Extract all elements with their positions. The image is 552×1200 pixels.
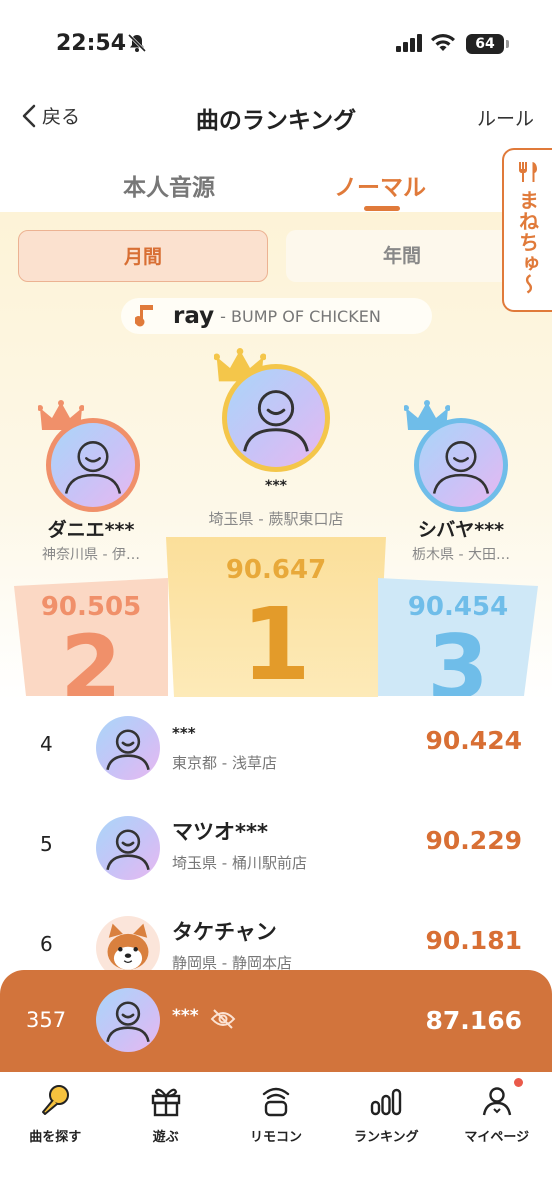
my-ranking-bar[interactable]: 357 *** 87.166 xyxy=(0,970,552,1072)
podium-third-rank: 3 xyxy=(427,616,489,697)
bell-muted-icon xyxy=(127,33,147,57)
row-name: マツオ*** xyxy=(172,820,268,844)
row-rank: 4 xyxy=(40,732,53,756)
song-title: ray xyxy=(173,303,215,329)
tab-underline xyxy=(364,206,400,211)
row-name: タケチャン xyxy=(172,920,277,944)
podium-second-location: 神奈川県 - 伊… xyxy=(42,547,140,563)
song-info: ray - BUMP OF CHICKEN xyxy=(121,298,432,334)
header: 戻る 曲のランキング ルール xyxy=(0,92,552,142)
tab-normal[interactable]: ノーマル xyxy=(334,168,426,202)
podium-first-score: 90.647 xyxy=(225,555,327,585)
status-time: 22:54 xyxy=(56,31,127,56)
avatar xyxy=(96,816,160,880)
bottom-nav: 曲を探す 遊ぶ リモコン ランキング マイページ xyxy=(0,1072,552,1200)
avatar xyxy=(96,716,160,780)
nav-label: マイページ xyxy=(464,1130,530,1145)
row-rank: 5 xyxy=(40,832,53,856)
podium-second-rank: 2 xyxy=(60,616,122,697)
source-tabs: 本人音源 ノーマル xyxy=(0,160,552,216)
gift-icon xyxy=(151,1088,180,1117)
user-icon xyxy=(482,1087,511,1116)
podium-first-location: 埼玉県 - 蕨駅東口店 xyxy=(208,510,344,528)
podium-second-name: ダニエ*** xyxy=(47,519,135,541)
nav-play[interactable]: 遊ぶ xyxy=(110,1072,220,1200)
my-rank: 357 xyxy=(26,1008,67,1032)
status-bar: 22:54 64 xyxy=(0,0,552,90)
row-score: 90.424 xyxy=(425,726,522,755)
music-note-icon xyxy=(135,305,153,327)
avatar-first[interactable] xyxy=(222,364,330,472)
period-yearly-button[interactable]: 年間 xyxy=(286,230,518,282)
tab-honnin-ongen[interactable]: 本人音源 xyxy=(123,168,215,202)
nav-label: リモコン xyxy=(249,1130,302,1145)
list-item-rank-4[interactable]: 4 *** 東京都 - 浅草店 90.424 xyxy=(0,700,552,796)
list-item-rank-5[interactable]: 5 マツオ*** 埼玉県 - 桶川駅前店 90.229 xyxy=(0,800,552,896)
signal-icon xyxy=(396,34,424,56)
podium-third: 90.454 3 xyxy=(378,578,538,696)
battery-icon: 64 xyxy=(466,34,509,54)
nav-label: 曲を探す xyxy=(29,1130,82,1145)
podium-third-name: シバヤ*** xyxy=(417,519,505,541)
row-location: 東京都 - 浅草店 xyxy=(172,754,277,772)
nav-label: ランキング xyxy=(354,1130,419,1145)
nav-ranking[interactable]: ランキング xyxy=(331,1072,441,1200)
manechu-side-tab[interactable]: まねちゅ〜 xyxy=(502,148,552,312)
song-artist: - BUMP OF CHICKEN xyxy=(220,306,381,326)
nav-label: 遊ぶ xyxy=(152,1130,179,1145)
row-rank: 6 xyxy=(40,932,53,956)
period-monthly-button[interactable]: 月間 xyxy=(18,230,268,282)
row-location: 埼玉県 - 桶川駅前店 xyxy=(172,854,307,872)
row-score: 90.181 xyxy=(425,926,522,955)
my-avatar xyxy=(96,988,160,1052)
podium-first-rank: 1 xyxy=(241,586,311,697)
podium-first-name: *** xyxy=(265,478,287,494)
rule-button[interactable]: ルール xyxy=(477,104,534,131)
wifi-icon xyxy=(430,33,456,57)
manechu-label: まねちゅ〜 xyxy=(515,190,540,295)
fork-knife-icon xyxy=(519,162,537,182)
my-score: 87.166 xyxy=(425,1006,522,1035)
avatar-second[interactable] xyxy=(46,418,140,512)
eye-off-icon[interactable] xyxy=(210,1008,236,1034)
ranking-icon xyxy=(371,1088,402,1116)
page-title: 曲のランキング xyxy=(195,108,357,134)
podium-third-location: 栃木県 - 大田… xyxy=(412,547,510,563)
avatar-third[interactable] xyxy=(414,418,508,512)
row-score: 90.229 xyxy=(425,826,522,855)
microphone-icon xyxy=(42,1085,70,1115)
podium-first: 90.647 1 xyxy=(166,537,386,697)
my-name: *** xyxy=(172,1006,199,1026)
remote-icon xyxy=(262,1087,290,1117)
nav-remote[interactable]: リモコン xyxy=(221,1072,331,1200)
nav-search-songs[interactable]: 曲を探す xyxy=(0,1072,110,1200)
notification-dot xyxy=(513,1078,523,1087)
podium-second: 90.505 2 xyxy=(14,578,168,696)
row-name: *** xyxy=(172,724,196,742)
nav-mypage[interactable]: マイページ xyxy=(442,1072,552,1200)
